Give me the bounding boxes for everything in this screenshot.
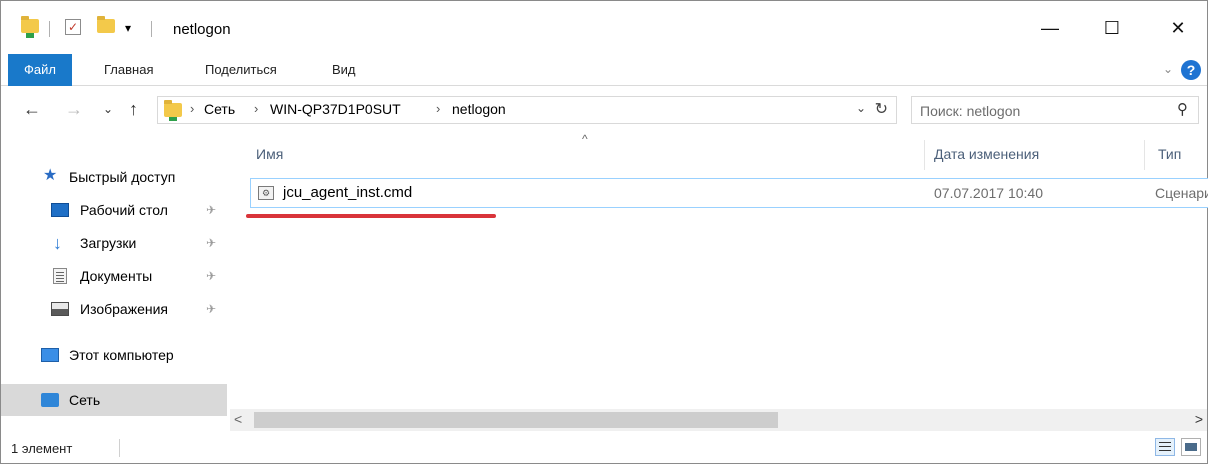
pin-icon: ✈ — [206, 236, 217, 250]
up-button[interactable]: ↑ — [129, 97, 138, 121]
highlight-underline — [246, 214, 496, 218]
nav-item-label: Этот компьютер — [69, 347, 174, 363]
nav-item-documents[interactable]: Документы ✈ — [1, 261, 227, 291]
address-bar[interactable]: › Сеть › WIN-QP37D1P0SUT › netlogon ⌄ ↻ — [157, 96, 897, 124]
search-icon[interactable]: ⚲ — [1177, 100, 1188, 118]
close-button[interactable]: ✕ — [1163, 15, 1193, 41]
explorer-window: ✓ ▾ netlogon — ☐ ✕ Файл Главная Поделить… — [0, 0, 1208, 464]
nav-item-this-pc[interactable]: Этот компьютер — [1, 340, 227, 370]
window-title: netlogon — [173, 21, 231, 38]
nav-item-label: Изображения — [80, 301, 168, 317]
breadcrumb-separator: › — [436, 101, 441, 116]
breadcrumb-server[interactable]: WIN-QP37D1P0SUT — [270, 101, 401, 117]
breadcrumb-separator: › — [190, 101, 195, 116]
column-divider[interactable] — [1144, 140, 1145, 170]
file-name[interactable]: jcu_agent_inst.cmd — [283, 184, 412, 201]
ribbon-tabs: Файл Главная Поделиться Вид ⌄ ? — [1, 54, 1207, 86]
title-bar: ✓ ▾ netlogon — ☐ ✕ — [1, 1, 1207, 53]
address-dropdown[interactable]: ⌄ — [856, 101, 866, 115]
back-button[interactable]: ← — [23, 97, 41, 121]
file-date: 07.07.2017 10:40 — [934, 185, 1043, 201]
download-arrow-icon: ↓ — [53, 233, 62, 253]
star-icon: ★ — [43, 167, 58, 184]
file-type: Сценарий — [1155, 185, 1208, 201]
scrollbar-thumb[interactable] — [254, 412, 778, 428]
desktop-icon — [51, 203, 69, 217]
new-folder-icon[interactable] — [97, 16, 115, 33]
tab-home[interactable]: Главная — [104, 54, 153, 86]
horizontal-scrollbar[interactable]: < > — [230, 409, 1207, 431]
nav-item-label: Сеть — [69, 392, 101, 408]
nav-item-downloads[interactable]: ↓ Загрузки ✈ — [1, 228, 227, 258]
folder-icon — [164, 100, 182, 121]
toolbar-separator — [151, 21, 152, 37]
nav-item-network[interactable]: Сеть — [1, 384, 227, 416]
pin-icon: ✈ — [206, 269, 217, 283]
script-file-icon: ⚙ — [258, 186, 274, 200]
document-icon — [53, 268, 67, 284]
table-row[interactable]: ⚙ jcu_agent_inst.cmd 07.07.2017 10:40 Сц… — [250, 178, 1208, 208]
maximize-button[interactable]: ☐ — [1097, 15, 1127, 41]
breadcrumb-network[interactable]: Сеть — [204, 101, 235, 117]
column-header-type[interactable]: Тип — [1158, 146, 1181, 162]
refresh-icon[interactable]: ↻ — [875, 99, 888, 119]
breadcrumb-netlogon[interactable]: netlogon — [452, 101, 506, 117]
nav-item-label: Быстрый доступ — [69, 169, 176, 185]
pin-icon: ✈ — [206, 302, 217, 316]
network-icon — [41, 393, 59, 407]
recent-locations-dropdown[interactable]: ⌄ — [103, 97, 113, 121]
tab-share[interactable]: Поделиться — [205, 54, 277, 86]
file-list: ^ Имя Дата изменения Тип ⚙ jcu_agent_ins… — [230, 132, 1208, 432]
help-icon[interactable]: ? — [1181, 60, 1201, 80]
nav-item-desktop[interactable]: Рабочий стол ✈ — [1, 195, 227, 225]
expand-ribbon-icon[interactable]: ⌄ — [1163, 62, 1173, 76]
search-input[interactable] — [920, 101, 1150, 121]
minimize-button[interactable]: — — [1035, 15, 1065, 41]
column-divider[interactable] — [924, 140, 925, 170]
status-separator — [119, 439, 120, 457]
column-header-date[interactable]: Дата изменения — [934, 146, 1039, 162]
scroll-right-button[interactable]: > — [1195, 411, 1203, 427]
computer-icon — [41, 348, 59, 362]
pictures-icon — [51, 302, 69, 316]
search-box[interactable]: ⚲ — [911, 96, 1199, 124]
folder-icon — [21, 16, 39, 38]
properties-icon[interactable]: ✓ — [65, 19, 81, 35]
sort-ascending-icon: ^ — [582, 132, 588, 146]
status-bar: 1 элемент — [1, 433, 1207, 463]
customize-toolbar-dropdown[interactable]: ▾ — [125, 21, 131, 35]
nav-item-quick-access[interactable]: ★ Быстрый доступ — [1, 162, 227, 192]
item-count: 1 элемент — [11, 441, 73, 456]
nav-item-label: Загрузки — [80, 235, 137, 251]
address-row: ← → ⌄ ↑ › Сеть › WIN-QP37D1P0SUT › netlo… — [1, 87, 1207, 133]
column-header-name[interactable]: Имя — [256, 146, 283, 162]
large-icons-view-button[interactable] — [1181, 438, 1201, 456]
scroll-left-button[interactable]: < — [234, 411, 242, 427]
tab-view[interactable]: Вид — [332, 54, 356, 86]
nav-item-label: Документы — [80, 268, 153, 284]
nav-item-label: Рабочий стол — [80, 202, 168, 218]
pin-icon: ✈ — [206, 203, 217, 217]
forward-button[interactable]: → — [65, 97, 83, 121]
nav-item-pictures[interactable]: Изображения ✈ — [1, 294, 227, 324]
navigation-pane: ★ Быстрый доступ Рабочий стол ✈ ↓ Загруз… — [1, 134, 229, 432]
toolbar-separator — [49, 21, 50, 37]
details-view-button[interactable] — [1155, 438, 1175, 456]
tab-file[interactable]: Файл — [8, 54, 72, 86]
breadcrumb-separator: › — [254, 101, 259, 116]
